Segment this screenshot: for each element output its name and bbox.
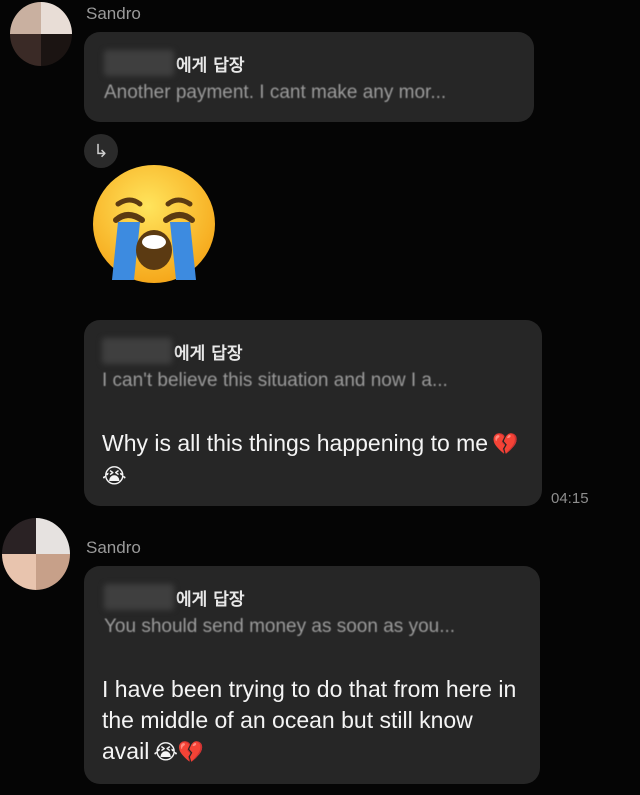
reply-label: 에게 답장	[176, 589, 245, 610]
sender-name: Sandro	[86, 538, 141, 557]
sender-avatar[interactable]	[2, 518, 70, 590]
redacted-username	[104, 584, 174, 610]
redacted-username	[104, 50, 174, 76]
reply-header: 에게 답장	[102, 338, 242, 364]
crying-face-broken-heart-icons: 😭💔	[153, 740, 204, 764]
reply-header: 에게 답장	[104, 584, 244, 610]
reply-label: 에게 답장	[176, 55, 245, 76]
reply-quote[interactable]: Another payment. I cant make any mor...	[104, 82, 446, 104]
reply-quote[interactable]: You should send money as soon as you...	[104, 616, 455, 638]
message-timestamp: 04:15	[551, 490, 589, 507]
reply-quote[interactable]: I can't believe this situation and now I…	[102, 370, 448, 392]
loudly-crying-face-icon	[90, 162, 218, 286]
message-body: Why is all this things happening to me	[102, 430, 489, 456]
sender-name: Sandro	[86, 4, 141, 23]
message-text: Why is all this things happening to me 💔😭	[102, 428, 522, 492]
message-bubble[interactable]: 에게 답장 Another payment. I cant make any m…	[84, 32, 534, 122]
message-bubble[interactable]: 에게 답장 I can't believe this situation and…	[84, 320, 542, 506]
sender-avatar[interactable]	[10, 2, 72, 66]
message-text: I have been trying to do that from here …	[102, 674, 522, 768]
redacted-username	[102, 338, 172, 364]
reply-header: 에게 답장	[104, 50, 244, 76]
message-bubble[interactable]: 에게 답장 You should send money as soon as y…	[84, 566, 540, 784]
reply-label: 에게 답장	[174, 343, 243, 364]
